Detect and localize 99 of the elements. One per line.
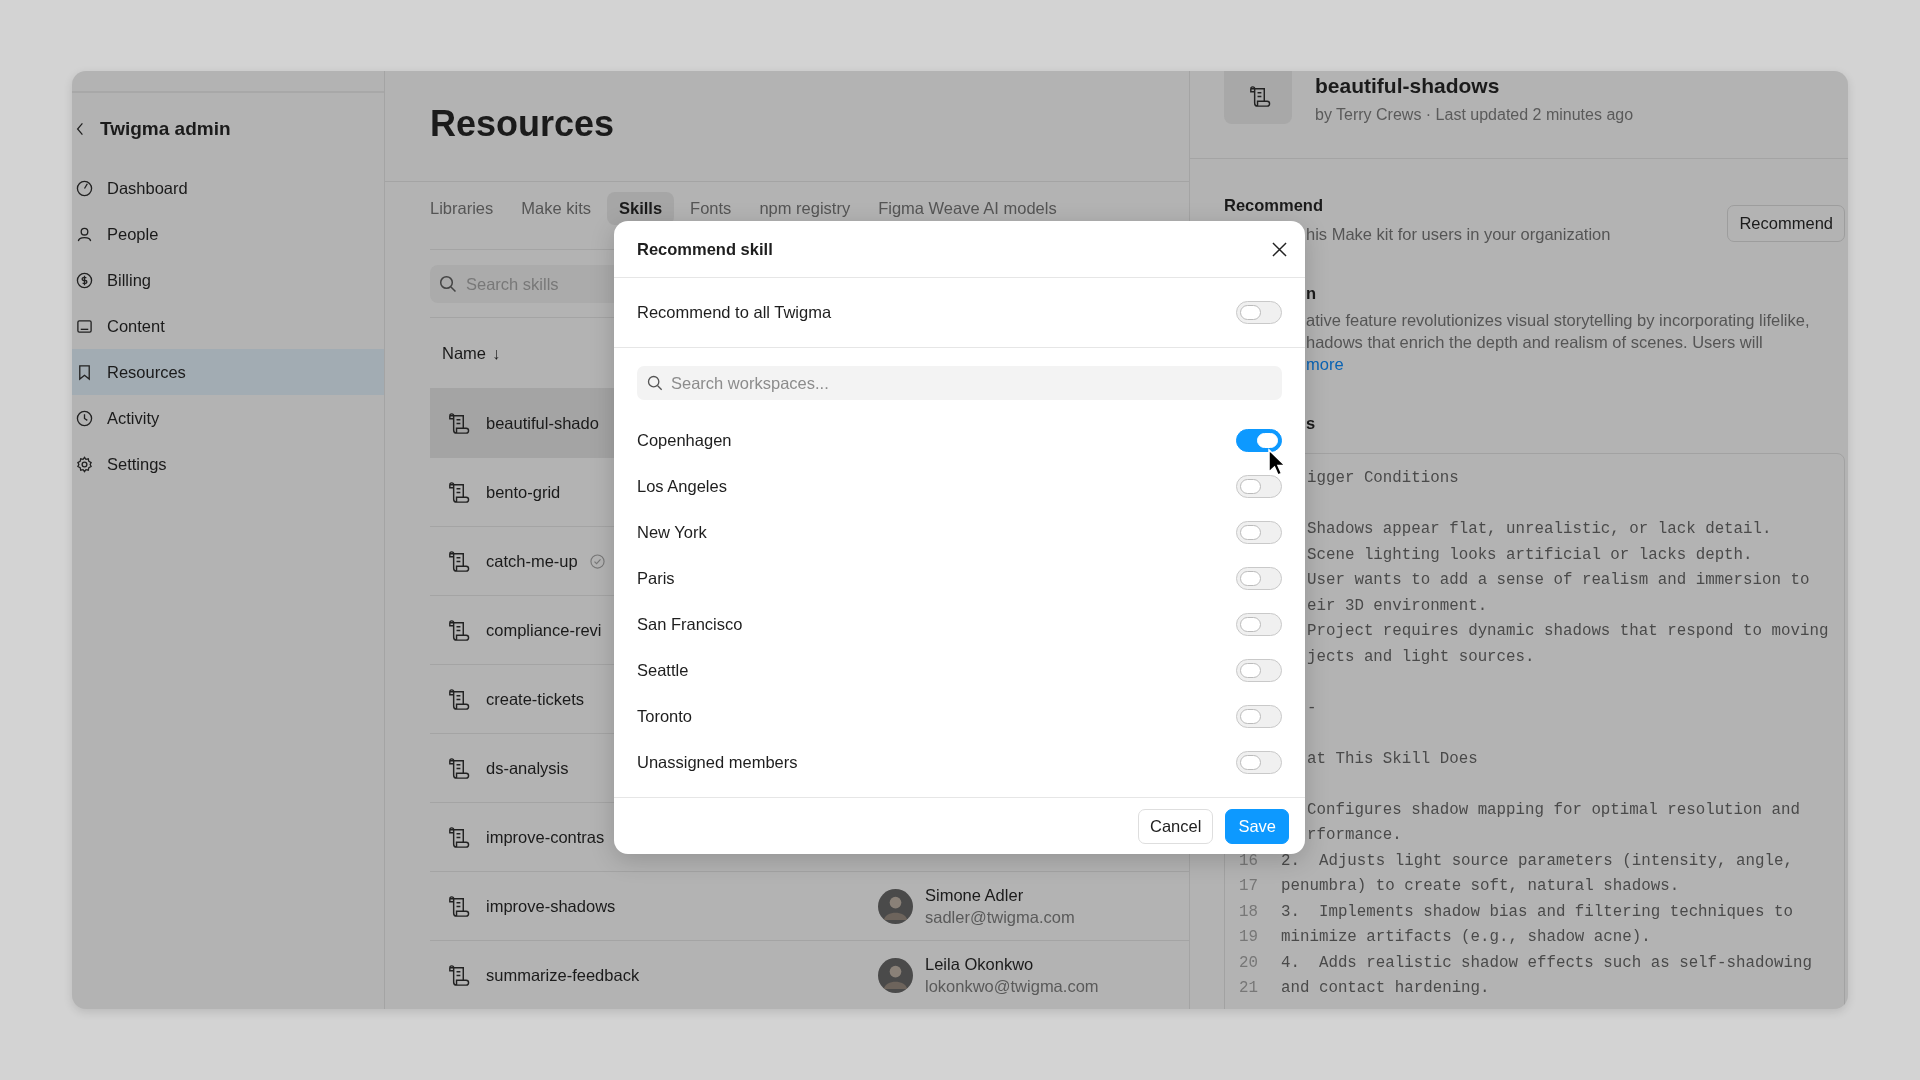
toggle-label: Recommend to all Twigma bbox=[637, 303, 832, 322]
code-line: 3. Implements shadow bias and filtering techniques to bbox=[1281, 901, 1793, 923]
section-heading: n bbox=[1306, 284, 1317, 303]
avatar bbox=[878, 888, 913, 924]
page-title: Resources bbox=[430, 103, 615, 146]
sort-arrow[interactable]: ↓ bbox=[492, 343, 501, 363]
code-line: 4. Adds realistic shadow effects such as self-shadowing bbox=[1281, 952, 1812, 974]
skill-name: create-tickets bbox=[486, 689, 585, 709]
workspace-label: New York bbox=[637, 522, 707, 542]
description-text: hadows that enrich the depth and realism of scenes. Users will bbox=[1306, 332, 1763, 353]
table-row[interactable]: summarize-feedback Leila Okonkwo lokonkwo@twigma.com bbox=[430, 940, 1189, 1009]
byline: by Terry Crews · Last updated 2 minutes ago bbox=[1315, 106, 1634, 124]
owner-email: lokonkwo@twigma.com bbox=[925, 976, 1099, 996]
line-number: 19 bbox=[1239, 927, 1259, 948]
code-line: eir 3D environment. bbox=[1307, 595, 1488, 617]
code-line: Configures shadow mapping for optimal resolution and bbox=[1307, 799, 1800, 821]
dashboard-icon bbox=[76, 179, 93, 197]
workspace-label: San Francisco bbox=[637, 614, 743, 634]
skill-name: compliance-revi bbox=[486, 620, 602, 640]
description-text: ative feature revolutionizes visual storytelling by incorporating lifelike, bbox=[1306, 310, 1810, 331]
workspace-label: Unassigned members bbox=[637, 752, 798, 772]
recommend-button[interactable]: Recommend bbox=[1727, 205, 1845, 242]
toggle-switch[interactable] bbox=[1236, 658, 1282, 682]
sidebar-item[interactable]: Resources bbox=[72, 349, 384, 395]
code-line: igger Conditions bbox=[1307, 468, 1459, 489]
skill-title: beautiful-shadows bbox=[1315, 74, 1501, 98]
skill-name: bento-grid bbox=[486, 482, 561, 502]
toggle-switch[interactable] bbox=[1236, 428, 1282, 452]
section-heading: Recommend bbox=[1224, 196, 1325, 215]
sidebar-item[interactable]: People bbox=[72, 211, 384, 257]
skill-name: beautiful-shado bbox=[486, 413, 599, 433]
code-line: minimize artifacts (e.g., shadow acne). bbox=[1281, 927, 1651, 948]
code-line: jects and light sources. bbox=[1307, 646, 1535, 668]
bookmark-icon bbox=[76, 363, 93, 381]
code-line: User wants to add a sense of realism and immersion to bbox=[1307, 570, 1810, 591]
line-number: 17 bbox=[1239, 876, 1259, 897]
workspace-title: Twigma admin bbox=[100, 118, 231, 140]
dialog-title: Recommend skill bbox=[637, 239, 773, 259]
code-line: Shadows appear flat, unrealistic, or lack detail. bbox=[1307, 519, 1772, 540]
skill-name: catch-me-up bbox=[486, 551, 578, 571]
workspace-label: Toronto bbox=[637, 706, 693, 726]
owner-email: sadler@twigma.com bbox=[925, 907, 1075, 927]
search-icon bbox=[647, 375, 663, 391]
cancel-button[interactable]: Cancel bbox=[1138, 808, 1214, 844]
code-line: - bbox=[1307, 697, 1317, 719]
toggle-switch[interactable] bbox=[1236, 704, 1282, 728]
table-row[interactable]: improve-shadows Simone Adler sadler@twigma.com bbox=[430, 871, 1189, 940]
line-number: 20 bbox=[1239, 952, 1259, 974]
code-line: and contact hardening. bbox=[1281, 978, 1490, 999]
tab[interactable]: Figma Weave AI models bbox=[866, 192, 1069, 225]
workspace-label: Copenhagen bbox=[637, 430, 732, 450]
sidebar-item[interactable]: Content bbox=[72, 303, 384, 349]
clock-icon bbox=[76, 409, 93, 427]
dollar-icon bbox=[76, 271, 93, 289]
toggle-switch[interactable] bbox=[1236, 750, 1282, 774]
line-number: 16 bbox=[1239, 850, 1259, 872]
code-line: penumbra) to create soft, natural shadows. bbox=[1281, 876, 1680, 897]
workspace-label: Seattle bbox=[637, 660, 689, 680]
close-icon[interactable] bbox=[1272, 241, 1287, 257]
check-circle-icon bbox=[589, 553, 605, 569]
content-icon bbox=[76, 317, 93, 335]
sidebar-item[interactable]: Dashboard bbox=[72, 165, 384, 211]
skill-name: summarize-feedback bbox=[486, 965, 640, 985]
back-icon[interactable] bbox=[76, 122, 84, 136]
line-number: 18 bbox=[1239, 901, 1259, 923]
code-line: at This Skill Does bbox=[1307, 748, 1478, 770]
avatar bbox=[878, 957, 913, 993]
tab[interactable]: Make kits bbox=[509, 192, 603, 225]
workspace-label: Los Angeles bbox=[637, 476, 727, 496]
person-icon bbox=[76, 225, 93, 243]
tab[interactable]: Skills bbox=[606, 192, 675, 225]
skill-name: improve-contras bbox=[486, 827, 605, 847]
toggle-switch[interactable] bbox=[1236, 474, 1282, 498]
settings-icon bbox=[76, 455, 93, 473]
column-header[interactable]: Name bbox=[442, 343, 486, 363]
section-heading: s bbox=[1306, 414, 1316, 433]
code-line: rformance. bbox=[1307, 825, 1402, 846]
sidebar-item[interactable]: Activity bbox=[72, 395, 384, 441]
tab[interactable]: Libraries bbox=[430, 192, 506, 225]
skill-name: improve-shadows bbox=[486, 896, 616, 916]
search-field[interactable]: Search workspaces... bbox=[637, 366, 1282, 400]
toggle-switch[interactable] bbox=[1236, 301, 1282, 324]
owner-name: Leila Okonkwo bbox=[925, 954, 1035, 974]
toggle-switch[interactable] bbox=[1236, 612, 1282, 636]
code-line: 2. Adjusts light source parameters (intensity, angle, bbox=[1281, 850, 1793, 872]
section-text: his Make kit for users in your organization bbox=[1306, 225, 1611, 244]
code-line: Scene lighting looks artificial or lacks depth. bbox=[1307, 544, 1753, 566]
toggle-switch[interactable] bbox=[1236, 566, 1282, 590]
sidebar-item[interactable]: Billing bbox=[72, 257, 384, 303]
workspace-label: Paris bbox=[637, 568, 675, 588]
skill-name: ds-analysis bbox=[486, 758, 569, 778]
toggle-switch[interactable] bbox=[1236, 520, 1282, 544]
tab[interactable]: Fonts bbox=[678, 192, 744, 225]
search-icon bbox=[439, 275, 457, 293]
line-number: 21 bbox=[1239, 978, 1259, 999]
owner-name: Simone Adler bbox=[925, 885, 1025, 905]
code-line: Project requires dynamic shadows that respond to moving bbox=[1307, 621, 1829, 642]
tab[interactable]: npm registry bbox=[747, 192, 863, 225]
sidebar-item[interactable]: Settings bbox=[72, 441, 384, 487]
